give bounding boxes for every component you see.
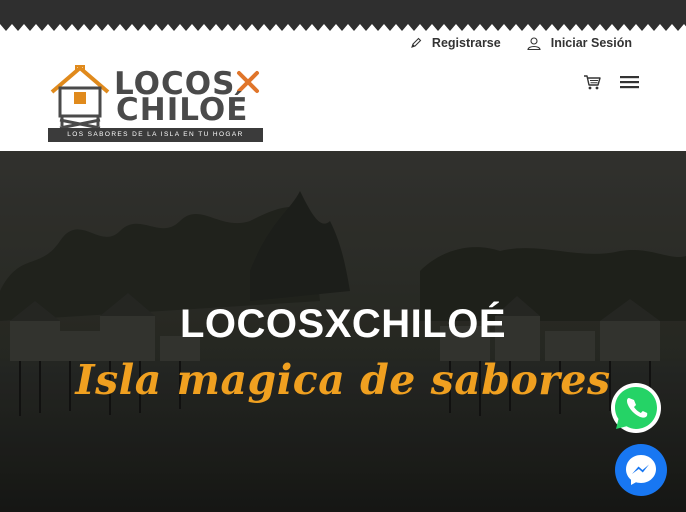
messenger-icon xyxy=(615,444,667,496)
register-label: Registrarse xyxy=(431,36,501,50)
register-link[interactable]: Registrarse xyxy=(410,36,501,50)
hero-title: LOCOSXCHILOÉ xyxy=(179,302,507,346)
hero-section: LOCOSXCHILOÉ Isla magica de sabores xyxy=(0,151,686,512)
whatsapp-icon xyxy=(611,383,661,433)
house-logo-icon xyxy=(50,65,110,130)
cart-icon xyxy=(584,75,601,90)
user-icon xyxy=(527,36,541,50)
logo-tagline: LOS SABORES DE LA ISLA EN TU HOGAR xyxy=(48,128,263,142)
logo-line2: CHILOÉ xyxy=(116,92,249,128)
pencil-icon xyxy=(411,37,422,48)
top-zigzag-strip xyxy=(0,0,686,31)
cart-button[interactable] xyxy=(583,74,601,94)
whatsapp-button[interactable] xyxy=(610,382,662,434)
hamburger-menu-icon xyxy=(620,76,639,89)
logo-x-mark xyxy=(237,71,259,93)
login-label: Iniciar Sesión xyxy=(550,36,632,50)
account-links: Registrarse Iniciar Sesión xyxy=(410,36,632,50)
hero-subtitle: Isla magica de sabores xyxy=(75,356,611,404)
site-header: Registrarse Iniciar Sesión LOCOS CHILOÉ … xyxy=(0,32,686,151)
login-link[interactable]: Iniciar Sesión xyxy=(527,36,632,50)
site-logo[interactable]: LOCOS CHILOÉ LOS SABORES DE LA ISLA EN T… xyxy=(46,62,266,144)
page: Registrarse Iniciar Sesión LOCOS CHILOÉ … xyxy=(0,0,686,512)
menu-button[interactable] xyxy=(620,74,639,93)
messenger-button[interactable] xyxy=(614,443,668,497)
